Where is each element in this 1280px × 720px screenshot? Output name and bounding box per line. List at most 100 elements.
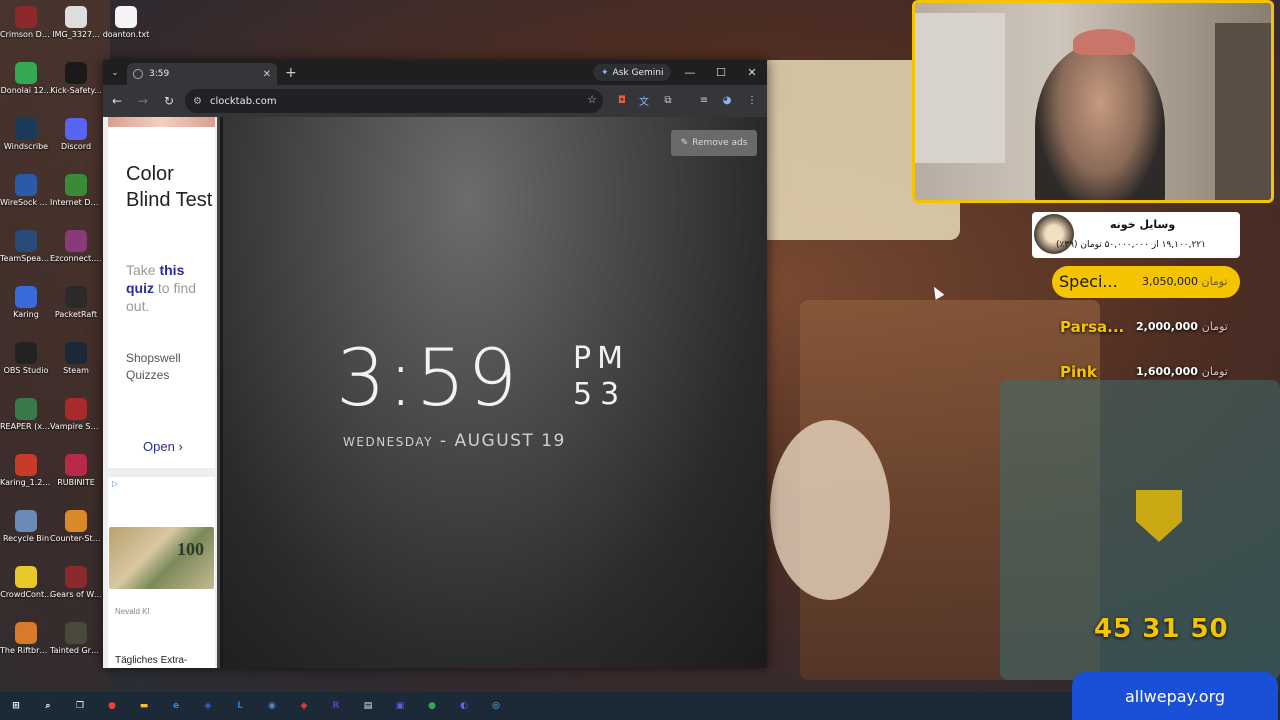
rubinite-icon xyxy=(65,454,87,476)
back-icon[interactable]: ← xyxy=(105,89,129,113)
desktop-icon[interactable]: Karing_1.2.1... xyxy=(0,454,52,487)
tab-bar: ⌄ 3:59 ✕ + ✦ Ask Gemini — ☐ ✕ xyxy=(103,60,767,85)
app-circle-icon[interactable]: ◉ xyxy=(256,692,288,720)
obs-icon xyxy=(15,342,37,364)
extensions-puzzle-icon[interactable]: ⧉ xyxy=(659,91,677,109)
donor-row: Parsa... تومان 2,000,000 xyxy=(1060,318,1240,340)
donor-amount: تومان 2,000,000 xyxy=(1136,320,1228,333)
chrome-active-icon-glyph: ● xyxy=(428,701,436,711)
desktop-icon[interactable]: IMG_3327... xyxy=(50,6,102,39)
app-l-icon-glyph: L xyxy=(237,701,243,711)
desktop-icon[interactable]: CrowdCont... xyxy=(0,566,52,599)
close-window-icon[interactable]: ✕ xyxy=(737,60,767,85)
webcam-person xyxy=(1035,43,1165,200)
desktop-icon[interactable]: Recycle Bin xyxy=(0,510,52,543)
donor-currency: تومان xyxy=(1201,365,1228,378)
profile-avatar-icon[interactable]: ◕ xyxy=(718,91,736,109)
media-controls-icon[interactable]: ≡ xyxy=(695,91,713,109)
search-icon-glyph: ⌕ xyxy=(45,701,51,711)
goal-status: ۱۹,۱۰۰,۲۲۱ از ۵۰,۰۰۰,۰۰۰ تومان (۳۹٪) xyxy=(1056,240,1206,250)
minimize-icon[interactable]: — xyxy=(675,60,705,85)
tainted-grail-icon xyxy=(65,622,87,644)
app-l-icon[interactable]: L xyxy=(224,692,256,720)
desktop-icon[interactable]: Discord xyxy=(50,118,102,151)
teamspeak-icon xyxy=(15,230,37,252)
desktop-icon[interactable]: Windscribe xyxy=(0,118,52,151)
desktop-icon[interactable]: doanton.txt xyxy=(100,6,152,39)
windows-start-icon[interactable]: ⊞ xyxy=(0,692,32,720)
ask-gemini-button[interactable]: ✦ Ask Gemini xyxy=(593,64,672,81)
extension-camera-icon[interactable]: ◘ xyxy=(613,91,631,109)
reload-icon[interactable]: ↻ xyxy=(157,89,181,113)
adchoices-icon[interactable]: ▷ xyxy=(112,479,118,488)
desktop-icon[interactable]: OBS Studio xyxy=(0,342,52,375)
image-file-icon xyxy=(65,6,87,28)
ad-body-pre: Take xyxy=(126,262,160,278)
extension-translate-icon[interactable]: 文 xyxy=(635,91,653,109)
desktop-icon[interactable]: Vampire Survivors xyxy=(50,398,102,431)
file-explorer-icon-glyph: ▬ xyxy=(139,701,149,711)
desktop-icon[interactable]: Ezconnect.rar xyxy=(50,230,102,263)
chrome-active-icon[interactable]: ● xyxy=(416,692,448,720)
desktop-icon[interactable]: Kick-Safety... xyxy=(50,62,102,95)
desktop-icon[interactable]: WireSock Secure ... xyxy=(0,174,52,207)
app-blue-icon[interactable]: ◈ xyxy=(192,692,224,720)
address-bar[interactable]: ⚙ clocktab.com ☆ xyxy=(185,89,603,113)
search-icon[interactable]: ⌕ xyxy=(32,692,64,720)
desktop-icon[interactable]: Tainted Grail - The Fall ... xyxy=(50,622,102,655)
desktop-icon[interactable]: RUBINITE xyxy=(50,454,102,487)
steam-taskbar-icon[interactable]: ◎ xyxy=(480,692,512,720)
app-r-icon[interactable]: R xyxy=(320,692,352,720)
ad-open-button[interactable]: Open › xyxy=(143,439,183,454)
desktop-icon[interactable]: Donolai 12... xyxy=(0,62,52,95)
menu-kebab-icon[interactable]: ⋮ xyxy=(743,91,761,109)
app-purple-icon[interactable]: ▣ xyxy=(384,692,416,720)
notepad-icon[interactable]: ▤ xyxy=(352,692,384,720)
donor-row: Pink تومان 1,600,000 xyxy=(1060,363,1240,385)
desktop-icon[interactable]: Internet Downlo... xyxy=(50,174,102,207)
windows-start-icon-glyph: ⊞ xyxy=(12,701,20,711)
close-tab-icon[interactable]: ✕ xyxy=(263,69,271,80)
bookmark-star-icon[interactable]: ☆ xyxy=(587,93,597,106)
crimson-desert-icon xyxy=(15,6,37,28)
desktop-icon[interactable]: REAPER (x64) xyxy=(0,398,52,431)
edge-icon[interactable]: e xyxy=(160,692,192,720)
kick-icon xyxy=(65,62,87,84)
reaper-icon xyxy=(15,398,37,420)
desktop-icon[interactable]: Gears of War E-Day Mul... xyxy=(50,566,102,599)
task-view-icon[interactable]: ❐ xyxy=(64,692,96,720)
idm-icon xyxy=(65,174,87,196)
ad-banner[interactable]: ▷ 100 Nevald Kl Tägliches Extra- xyxy=(108,477,215,668)
maximize-icon[interactable]: ☐ xyxy=(706,60,736,85)
clock-seconds: 53 xyxy=(573,377,628,412)
chrome-icon[interactable]: ● xyxy=(96,692,128,720)
desktop-icon[interactable]: The Riftbreaker xyxy=(0,622,52,655)
task-view-icon-glyph: ❐ xyxy=(75,701,85,711)
desktop-icon[interactable]: Karing xyxy=(0,286,52,319)
tab-active[interactable]: 3:59 ✕ xyxy=(127,63,277,85)
text-file-icon xyxy=(115,6,137,28)
donation-goal: وسایل خونه ۱۹,۱۰۰,۲۲۱ از ۵۰,۰۰۰,۰۰۰ توما… xyxy=(1032,212,1240,258)
desktop-icon[interactable]: Crimson Desert xyxy=(0,6,52,39)
new-tab-icon[interactable]: + xyxy=(285,65,297,81)
remove-ads-button[interactable]: ✎ Remove ads xyxy=(671,130,757,156)
tab-list-icon[interactable]: ⌄ xyxy=(103,60,127,85)
ask-gemini-label: Ask Gemini xyxy=(612,67,664,78)
discord-taskbar-icon[interactable]: ◐ xyxy=(448,692,480,720)
desktop-icon[interactable]: PacketRaft xyxy=(50,286,102,319)
site-info-icon[interactable]: ⚙ xyxy=(193,96,202,107)
desktop-icon[interactable]: Counter-Str... 2 xyxy=(50,510,102,543)
file-explorer-icon[interactable]: ▬ xyxy=(128,692,160,720)
app-r-icon-glyph: R xyxy=(332,701,340,711)
forward-icon[interactable]: → xyxy=(131,89,155,113)
donor-name: Pink xyxy=(1060,363,1097,381)
recycle-bin-icon xyxy=(15,510,37,532)
ad-source: Shopswell Quizzes xyxy=(126,351,181,382)
desktop-icon[interactable]: TeamSpeak 3 Client xyxy=(0,230,52,263)
ad-quiz[interactable]: Color Blind Test Take this quiz to find … xyxy=(108,117,215,468)
app-red-icon[interactable]: ◆ xyxy=(288,692,320,720)
crowdcontrol-icon xyxy=(15,566,37,588)
desktop-icon-label: Donolai 12... xyxy=(0,86,52,95)
ad-image-text: 100 xyxy=(177,539,204,559)
desktop-icon[interactable]: Steam xyxy=(50,342,102,375)
